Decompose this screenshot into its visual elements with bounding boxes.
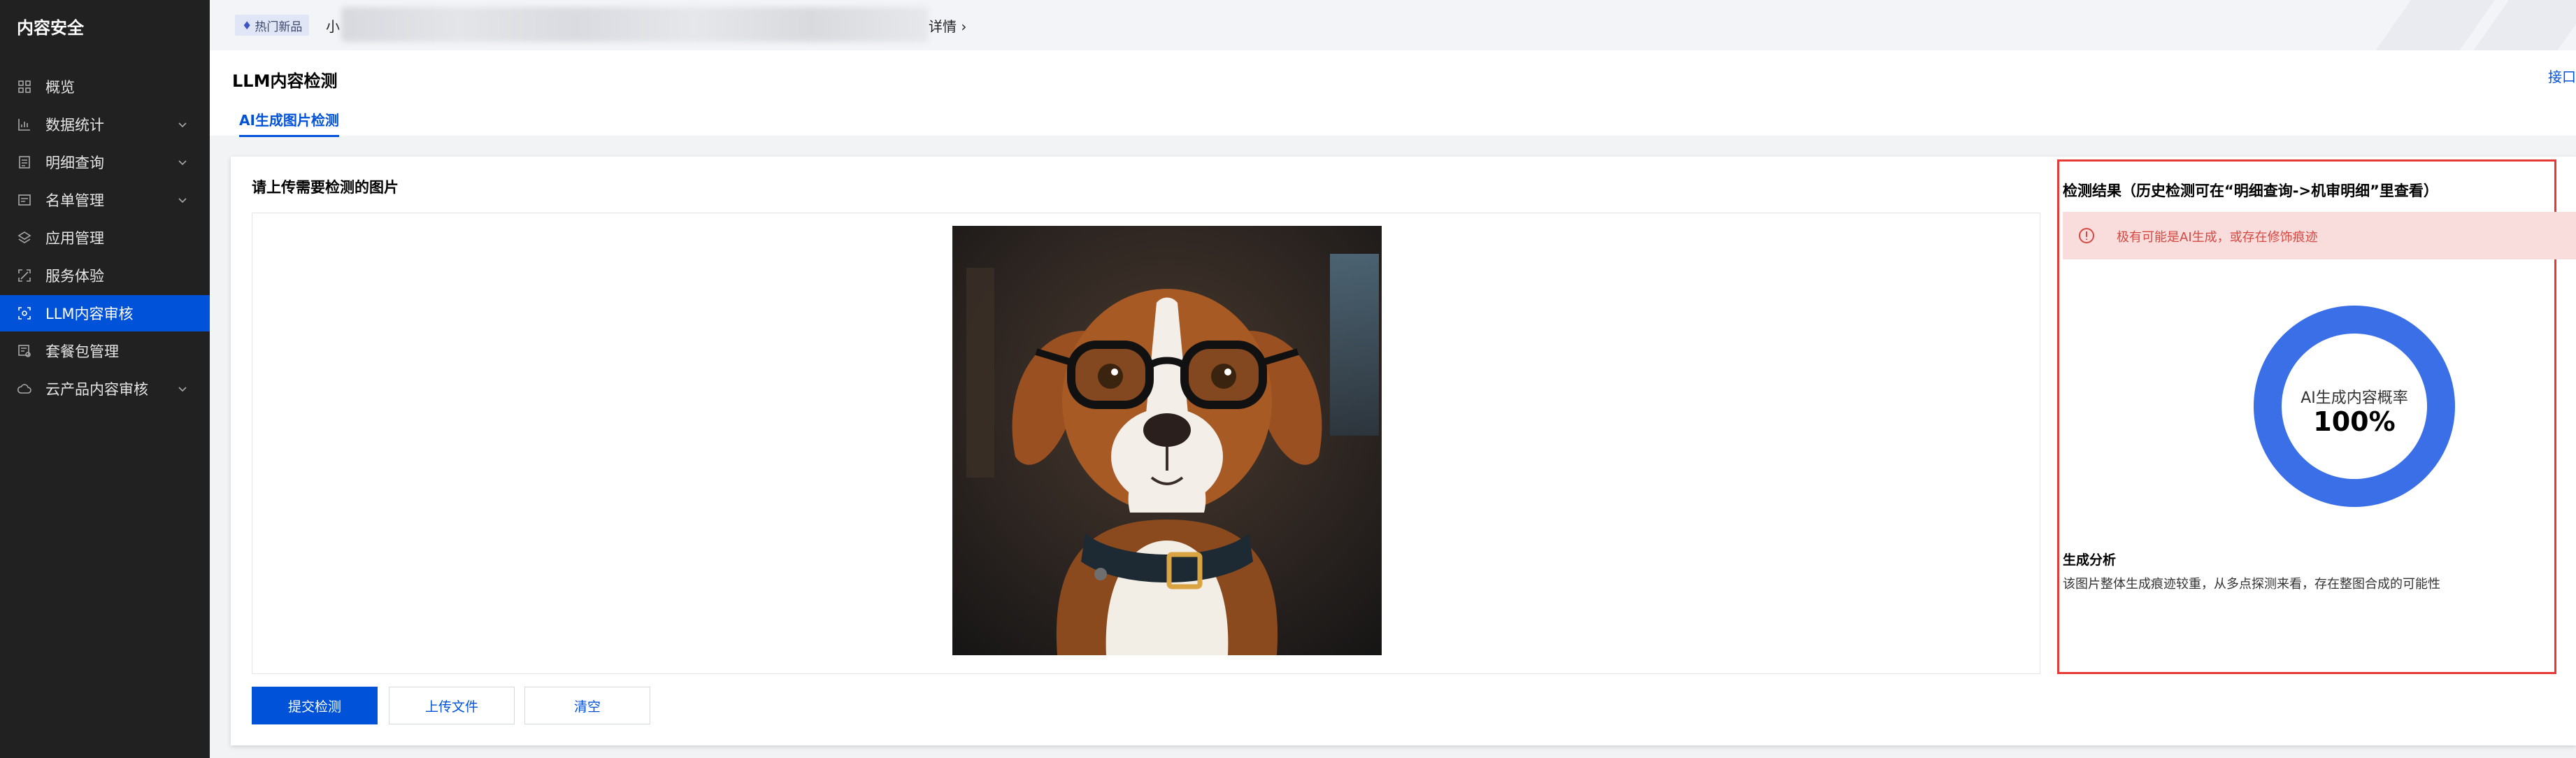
risk-alert: 极有可能是AI生成，或存在修饰痕迹 xyxy=(2063,212,2576,259)
fire-icon: ♦ xyxy=(242,18,252,32)
sidebar-title: 内容安全 xyxy=(17,18,84,38)
hot-new-badge[interactable]: ♦ 热门新品 xyxy=(235,15,310,36)
notice-bar: ♦ 热门新品 小 详情 › xyxy=(210,0,2576,50)
upload-file-button[interactable]: 上传文件 xyxy=(389,687,515,724)
sidebar-item-label: 明细查询 xyxy=(45,155,104,171)
chevron-down-icon xyxy=(178,198,187,203)
sidebar-item-app-management[interactable]: 应用管理 xyxy=(0,220,210,256)
cloud-icon xyxy=(17,381,32,396)
sidebar-item-package-management[interactable]: 套餐包管理 xyxy=(0,333,210,369)
upload-title: 请上传需要检测的图片 xyxy=(252,179,399,196)
layers-icon xyxy=(17,230,32,245)
sidebar-item-list-management[interactable]: 名单管理 xyxy=(0,182,210,218)
api-link[interactable]: 接口 xyxy=(2548,66,2576,86)
tab-ai-image-detection[interactable]: AI生成图片检测 xyxy=(239,109,339,137)
sidebar-item-details-query[interactable]: 明细查询 xyxy=(0,144,210,180)
sidebar-item-label: 名单管理 xyxy=(45,192,104,209)
sidebar-item-label: 套餐包管理 xyxy=(45,343,119,360)
document-icon xyxy=(17,155,32,170)
result-title: 检测结果（历史检测可在“明细查询->机审明细”里查看） xyxy=(2063,183,2438,199)
donut-label: AI生成内容概率 xyxy=(2300,389,2408,407)
scan-icon xyxy=(17,306,32,321)
notice-details-link[interactable]: 详情 › xyxy=(929,15,966,36)
notice-text: 小 xyxy=(326,18,340,35)
donut-value: 100% xyxy=(2313,406,2396,437)
bar-chart-icon xyxy=(17,117,32,132)
sidebar-item-overview[interactable]: 概览 xyxy=(0,69,210,105)
sidebar-item-label: 服务体验 xyxy=(45,268,104,285)
analysis-title: 生成分析 xyxy=(2063,552,2117,568)
sidebar-item-statistics[interactable]: 数据统计 xyxy=(0,106,210,143)
page-header: LLM内容检测 接口 AI生成图片检测 xyxy=(210,50,2576,137)
page-title: LLM内容检测 xyxy=(232,71,338,91)
sidebar-item-label: 应用管理 xyxy=(45,230,104,247)
upload-area[interactable] xyxy=(252,213,2040,674)
sidebar-item-llm-review[interactable]: LLM内容审核 xyxy=(0,295,210,331)
alert-text: 极有可能是AI生成，或存在修饰痕迹 xyxy=(2117,230,2318,245)
result-panel: 检测结果（历史检测可在“明细查询->机审明细”里查看） 极有可能是AI生成，或存… xyxy=(2057,159,2576,674)
analysis-text: 该图片整体生成痕迹较重，从多点探测来看，存在整图合成的可能性 xyxy=(2063,577,2440,592)
chevron-down-icon xyxy=(178,387,187,392)
expand-icon xyxy=(17,268,32,283)
sidebar-item-label: 数据统计 xyxy=(45,117,104,134)
package-icon xyxy=(17,343,32,359)
sidebar-item-label: 概览 xyxy=(45,79,75,96)
clear-button[interactable]: 清空 xyxy=(524,687,650,724)
sidebar-item-service-experience[interactable]: 服务体验 xyxy=(0,257,210,294)
error-circle-icon xyxy=(2079,228,2094,243)
sidebar: 内容安全 概览 数据统计 明细查询 名单管理 应用管理 服务体验 LLM内容审核… xyxy=(0,0,210,758)
chevron-down-icon xyxy=(178,122,187,128)
grid-icon xyxy=(17,79,32,94)
dog-with-glasses-image xyxy=(952,226,1382,655)
submit-detection-button[interactable]: 提交检测 xyxy=(252,687,378,724)
chevron-down-icon xyxy=(178,160,187,166)
sidebar-item-cloud-product-review[interactable]: 云产品内容审核 xyxy=(0,371,210,407)
badge-label: 热门新品 xyxy=(255,20,303,34)
blurred-notice xyxy=(341,7,929,42)
sidebar-item-label: LLM内容审核 xyxy=(45,306,134,322)
list-icon xyxy=(17,192,32,208)
sidebar-item-label: 云产品内容审核 xyxy=(45,381,148,398)
